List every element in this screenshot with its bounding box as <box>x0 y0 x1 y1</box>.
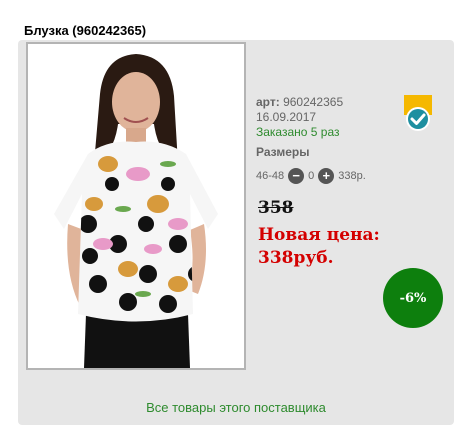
product-title: Блузка (960242365) <box>24 23 147 38</box>
article-value: 960242365 <box>283 95 344 109</box>
new-price: 338руб. <box>258 248 334 268</box>
new-price-label: Новая цена: <box>258 225 380 245</box>
sizes-label: Размеры <box>256 145 310 159</box>
supplier-products-link[interactable]: Все товары этого поставщика <box>18 400 454 415</box>
product-photo[interactable] <box>26 42 246 370</box>
article-label: арт: <box>256 95 280 109</box>
old-price: 358 <box>258 198 294 218</box>
quantity-value: 0 <box>308 170 315 182</box>
discount-badge: -6% <box>383 268 443 328</box>
size-range: 46-48 <box>256 170 285 182</box>
minus-icon[interactable]: − <box>288 168 305 184</box>
size-price: 338р. <box>338 170 366 182</box>
plus-icon[interactable]: + <box>318 168 335 184</box>
order-count: Заказано 5 раз <box>256 125 340 139</box>
verified-check-icon <box>404 95 432 131</box>
size-row: 46-48 − 0 + 338р. <box>256 168 366 184</box>
blouse-photo-illustration <box>28 44 244 368</box>
product-date: 16.09.2017 <box>256 110 317 124</box>
product-info: арт: 960242365 16.09.2017 Заказано 5 раз <box>256 95 343 140</box>
